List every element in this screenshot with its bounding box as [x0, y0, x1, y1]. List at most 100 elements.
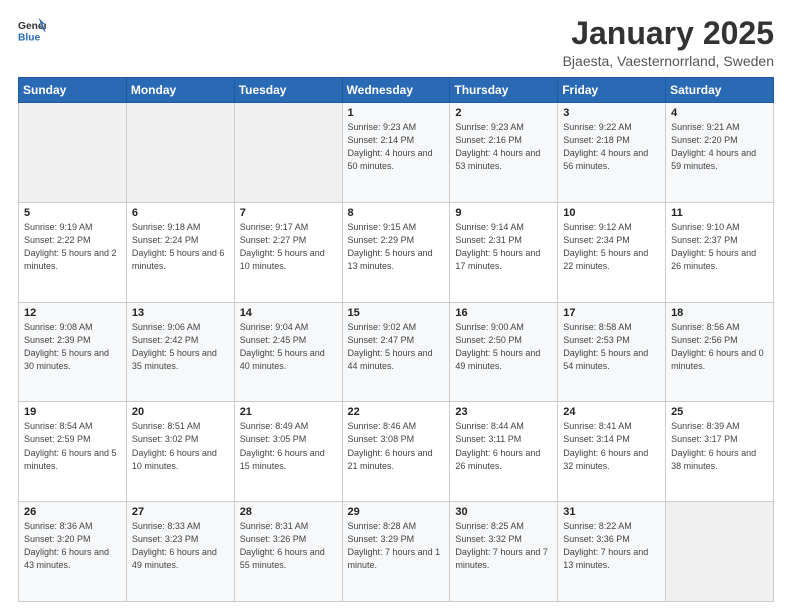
table-row	[666, 502, 774, 602]
day-number: 21	[240, 406, 337, 418]
title-block: January 2025 Bjaesta, Vaesternorrland, S…	[563, 16, 774, 69]
col-wednesday: Wednesday	[342, 78, 450, 103]
table-row: 19Sunrise: 8:54 AM Sunset: 2:59 PM Dayli…	[19, 402, 127, 502]
day-info: Sunrise: 9:08 AM Sunset: 2:39 PM Dayligh…	[24, 321, 121, 373]
day-number: 3	[563, 107, 660, 119]
day-number: 22	[348, 406, 445, 418]
day-number: 14	[240, 307, 337, 319]
col-monday: Monday	[126, 78, 234, 103]
day-info: Sunrise: 9:18 AM Sunset: 2:24 PM Dayligh…	[132, 221, 229, 273]
day-number: 6	[132, 207, 229, 219]
table-row: 13Sunrise: 9:06 AM Sunset: 2:42 PM Dayli…	[126, 302, 234, 402]
day-info: Sunrise: 9:17 AM Sunset: 2:27 PM Dayligh…	[240, 221, 337, 273]
day-number: 28	[240, 506, 337, 518]
table-row: 24 Sunrise: 8:41 AM Sunset: 3:14 PM Dayli…	[558, 402, 666, 502]
calendar-header-row: Sunday Monday Tuesday Wednesday Thursday…	[19, 78, 774, 103]
location-subtitle: Bjaesta, Vaesternorrland, Sweden	[563, 53, 774, 69]
svg-text:Blue: Blue	[18, 32, 41, 43]
table-row: 8 Sunrise: 9:15 AM Sunset: 2:29 PM Daylig…	[342, 202, 450, 302]
table-row	[234, 103, 342, 203]
table-row: 18 Sunrise: 8:56 AM Sunset: 2:56 PM Dayli…	[666, 302, 774, 402]
day-info: Sunrise: 8:56 AM Sunset: 2:56 PM Dayligh…	[671, 321, 768, 373]
day-info: Sunrise: 8:51 AM Sunset: 3:02 PM Dayligh…	[132, 420, 229, 472]
table-row: 23Sunrise: 8:44 AM Sunset: 3:11 PM Dayli…	[450, 402, 558, 502]
table-row: 12 Sunrise: 9:08 AM Sunset: 2:39 PM Dayli…	[19, 302, 127, 402]
day-info: Sunrise: 8:49 AM Sunset: 3:05 PM Dayligh…	[240, 420, 337, 472]
table-row: 3 Sunrise: 9:22 AM Sunset: 2:18 PM Daylig…	[558, 103, 666, 203]
day-number: 5	[24, 207, 121, 219]
day-number: 31	[563, 506, 660, 518]
calendar-week-row: 12 Sunrise: 9:08 AM Sunset: 2:39 PM Dayli…	[19, 302, 774, 402]
day-number: 23	[455, 406, 552, 418]
day-info: Sunrise: 9:06 AM Sunset: 2:42 PM Dayligh…	[132, 321, 229, 373]
table-row: 17 Sunrise: 8:58 AM Sunset: 2:53 PM Dayli…	[558, 302, 666, 402]
day-info: Sunrise: 8:41 AM Sunset: 3:14 PM Dayligh…	[563, 420, 660, 472]
day-info: Sunrise: 8:39 AM Sunset: 3:17 PM Dayligh…	[671, 420, 768, 472]
day-number: 17	[563, 307, 660, 319]
day-info: Sunrise: 9:02 AM Sunset: 2:47 PM Dayligh…	[348, 321, 445, 373]
day-info: Sunrise: 8:28 AM Sunset: 3:29 PM Dayligh…	[348, 520, 445, 572]
col-friday: Friday	[558, 78, 666, 103]
table-row: 7 Sunrise: 9:17 AM Sunset: 2:27 PM Daylig…	[234, 202, 342, 302]
table-row: 4 Sunrise: 9:21 AM Sunset: 2:20 PM Daylig…	[666, 103, 774, 203]
day-info: Sunrise: 8:58 AM Sunset: 2:53 PM Dayligh…	[563, 321, 660, 373]
table-row: 28 Sunrise: 8:31 AM Sunset: 3:26 PM Dayli…	[234, 502, 342, 602]
day-info: Sunrise: 9:15 AM Sunset: 2:29 PM Dayligh…	[348, 221, 445, 273]
table-row: 31Sunrise: 8:22 AM Sunset: 3:36 PM Dayli…	[558, 502, 666, 602]
day-info: Sunrise: 9:19 AM Sunset: 2:22 PM Dayligh…	[24, 221, 121, 273]
table-row	[126, 103, 234, 203]
day-info: Sunrise: 8:25 AM Sunset: 3:32 PM Dayligh…	[455, 520, 552, 572]
month-year-title: January 2025	[563, 16, 774, 51]
day-number: 10	[563, 207, 660, 219]
table-row: 1Sunrise: 9:23 AM Sunset: 2:14 PM Daylig…	[342, 103, 450, 203]
day-number: 11	[671, 207, 768, 219]
day-number: 4	[671, 107, 768, 119]
table-row	[19, 103, 127, 203]
logo: General Blue	[18, 16, 46, 44]
table-row: 25 Sunrise: 8:39 AM Sunset: 3:17 PM Dayli…	[666, 402, 774, 502]
table-row: 2 Sunrise: 9:23 AM Sunset: 2:16 PM Daylig…	[450, 103, 558, 203]
day-number: 24	[563, 406, 660, 418]
day-number: 25	[671, 406, 768, 418]
day-info: Sunrise: 8:33 AM Sunset: 3:23 PM Dayligh…	[132, 520, 229, 572]
day-info: Sunrise: 9:10 AM Sunset: 2:37 PM Dayligh…	[671, 221, 768, 273]
header: General Blue January 2025 Bjaesta, Vaest…	[18, 16, 774, 69]
day-number: 29	[348, 506, 445, 518]
day-number: 18	[671, 307, 768, 319]
table-row: 14Sunrise: 9:04 AM Sunset: 2:45 PM Dayli…	[234, 302, 342, 402]
day-number: 26	[24, 506, 121, 518]
day-number: 27	[132, 506, 229, 518]
day-number: 8	[348, 207, 445, 219]
day-info: Sunrise: 9:23 AM Sunset: 2:16 PM Dayligh…	[455, 121, 552, 173]
day-number: 1	[348, 107, 445, 119]
day-info: Sunrise: 8:36 AM Sunset: 3:20 PM Dayligh…	[24, 520, 121, 572]
day-number: 12	[24, 307, 121, 319]
day-info: Sunrise: 9:12 AM Sunset: 2:34 PM Dayligh…	[563, 221, 660, 273]
day-info: Sunrise: 8:31 AM Sunset: 3:26 PM Dayligh…	[240, 520, 337, 572]
calendar-week-row: 19Sunrise: 8:54 AM Sunset: 2:59 PM Dayli…	[19, 402, 774, 502]
day-info: Sunrise: 9:00 AM Sunset: 2:50 PM Dayligh…	[455, 321, 552, 373]
logo-icon: General Blue	[18, 16, 46, 44]
table-row: 21 Sunrise: 8:49 AM Sunset: 3:05 PM Dayli…	[234, 402, 342, 502]
table-row: 6 Sunrise: 9:18 AM Sunset: 2:24 PM Daylig…	[126, 202, 234, 302]
day-number: 2	[455, 107, 552, 119]
table-row: 9 Sunrise: 9:14 AM Sunset: 2:31 PM Daylig…	[450, 202, 558, 302]
day-number: 7	[240, 207, 337, 219]
col-tuesday: Tuesday	[234, 78, 342, 103]
page: General Blue January 2025 Bjaesta, Vaest…	[0, 0, 792, 612]
calendar-week-row: 26 Sunrise: 8:36 AM Sunset: 3:20 PM Dayli…	[19, 502, 774, 602]
day-info: Sunrise: 8:54 AM Sunset: 2:59 PM Dayligh…	[24, 420, 121, 472]
table-row: 27 Sunrise: 8:33 AM Sunset: 3:23 PM Dayli…	[126, 502, 234, 602]
day-info: Sunrise: 9:14 AM Sunset: 2:31 PM Dayligh…	[455, 221, 552, 273]
table-row: 5 Sunrise: 9:19 AM Sunset: 2:22 PM Daylig…	[19, 202, 127, 302]
table-row: 22Sunrise: 8:46 AM Sunset: 3:08 PM Dayli…	[342, 402, 450, 502]
day-info: Sunrise: 9:22 AM Sunset: 2:18 PM Dayligh…	[563, 121, 660, 173]
day-info: Sunrise: 9:21 AM Sunset: 2:20 PM Dayligh…	[671, 121, 768, 173]
table-row: 15 Sunrise: 9:02 AM Sunset: 2:47 PM Dayli…	[342, 302, 450, 402]
day-number: 20	[132, 406, 229, 418]
day-number: 9	[455, 207, 552, 219]
table-row: 11 Sunrise: 9:10 AM Sunset: 2:37 PM Dayli…	[666, 202, 774, 302]
calendar-table: Sunday Monday Tuesday Wednesday Thursday…	[18, 77, 774, 602]
day-number: 15	[348, 307, 445, 319]
calendar-week-row: 5 Sunrise: 9:19 AM Sunset: 2:22 PM Daylig…	[19, 202, 774, 302]
